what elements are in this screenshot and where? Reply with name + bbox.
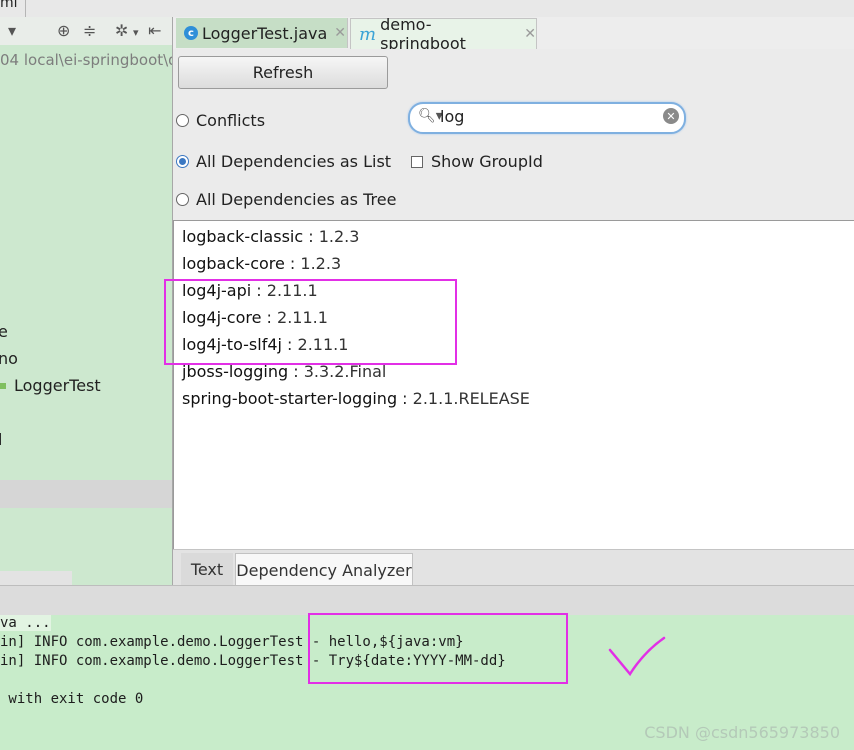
horizontal-scrollbar[interactable] xyxy=(0,571,72,585)
radio-button[interactable] xyxy=(176,114,189,127)
dependency-version: 1.2.3 xyxy=(300,254,342,273)
project-toolbar: ▾ ⊕ ≑ ✲ ▾ ⇤ xyxy=(0,17,172,45)
maven-m-icon: m xyxy=(359,23,377,45)
dependency-name: logback-core xyxy=(182,254,285,273)
clear-icon[interactable]: ✕ xyxy=(663,108,679,124)
console-line: va ... xyxy=(0,615,51,631)
dependency-version: 1.2.3 xyxy=(318,227,360,246)
tab-loggertest-java[interactable]: c LoggerTest.java ✕ xyxy=(176,18,348,48)
file-node-icon xyxy=(0,383,6,389)
tree-item[interactable]: no xyxy=(0,349,18,368)
tab-label: LoggerTest.java xyxy=(202,23,328,43)
list-item[interactable]: logback-classic : 1.2.3 xyxy=(182,227,359,246)
search-input[interactable]: 🔍︎▾ log ✕ xyxy=(408,102,686,134)
list-item[interactable]: spring-boot-starter-logging : 2.1.1.RELE… xyxy=(182,389,530,408)
highlight-box-log4j xyxy=(164,279,457,365)
editor-tabs: c LoggerTest.java ✕ m demo-springboot ✕ xyxy=(173,15,854,53)
show-groupid-checkbox[interactable]: Show GroupId xyxy=(411,152,543,171)
radio-all-dependencies-list[interactable]: All Dependencies as List xyxy=(176,152,391,171)
tree-item-loggertest[interactable]: LoggerTest xyxy=(14,376,101,395)
dependency-version: 2.1.1.RELEASE xyxy=(412,389,530,408)
tab-dependency-analyzer[interactable]: Dependency Analyzer xyxy=(235,553,413,586)
bottom-tab-strip: Text Dependency Analyzer xyxy=(173,549,854,586)
project-path: 04 local\ei-springboot\d xyxy=(0,51,173,69)
checkbox[interactable] xyxy=(411,155,423,168)
watermark: CSDN @csdn565973850 xyxy=(644,723,840,742)
refresh-button[interactable]: Refresh xyxy=(178,56,388,89)
radio-label: All Dependencies as List xyxy=(196,152,392,171)
tab-text[interactable]: Text xyxy=(181,553,233,585)
close-icon[interactable]: ✕ xyxy=(524,26,536,42)
selected-row xyxy=(0,480,172,508)
gear-icon[interactable]: ✲ xyxy=(115,21,128,40)
divider xyxy=(25,0,26,17)
locate-icon[interactable]: ⊕ xyxy=(57,21,70,40)
radio-conflicts[interactable]: Conflicts xyxy=(176,111,265,130)
search-value: log xyxy=(440,107,465,126)
checkmark-icon xyxy=(608,636,666,677)
radio-button[interactable] xyxy=(176,193,189,206)
breadcrumb: ml xyxy=(0,0,18,11)
highlight-box-console xyxy=(308,613,568,684)
close-icon[interactable]: ✕ xyxy=(334,25,346,41)
radio-label: All Dependencies as Tree xyxy=(196,190,397,209)
class-c-icon: c xyxy=(184,26,198,40)
collapse-all-icon[interactable]: ≑ xyxy=(83,21,96,40)
run-console-header xyxy=(0,585,854,616)
list-item[interactable]: logback-core : 1.2.3 xyxy=(182,254,341,273)
chevron-down-icon[interactable]: ▾ xyxy=(133,26,139,39)
dependency-list: logback-classic : 1.2.3 logback-core : 1… xyxy=(173,220,854,549)
hide-panel-icon[interactable]: ⇤ xyxy=(148,21,161,40)
tab-demo-springboot[interactable]: m demo-springboot ✕ xyxy=(350,15,537,53)
radio-button-selected[interactable] xyxy=(176,155,189,168)
dependency-name: logback-classic xyxy=(182,227,304,246)
project-pane: ▾ ⊕ ≑ ✲ ▾ ⇤ 04 local\ei-springboot\d e n… xyxy=(0,17,173,585)
dependency-name: spring-boot-starter-logging xyxy=(182,389,398,408)
console-line: with exit code 0 xyxy=(0,691,144,707)
radio-all-dependencies-tree[interactable]: All Dependencies as Tree xyxy=(176,190,396,209)
tree-item[interactable]: e xyxy=(0,322,8,341)
dropdown-arrow-icon[interactable]: ▾ xyxy=(8,21,16,40)
checkbox-label: Show GroupId xyxy=(431,152,543,171)
tree-item[interactable]: l xyxy=(0,430,2,449)
radio-label: Conflicts xyxy=(196,111,266,130)
tab-label: demo-springboot xyxy=(380,15,466,53)
